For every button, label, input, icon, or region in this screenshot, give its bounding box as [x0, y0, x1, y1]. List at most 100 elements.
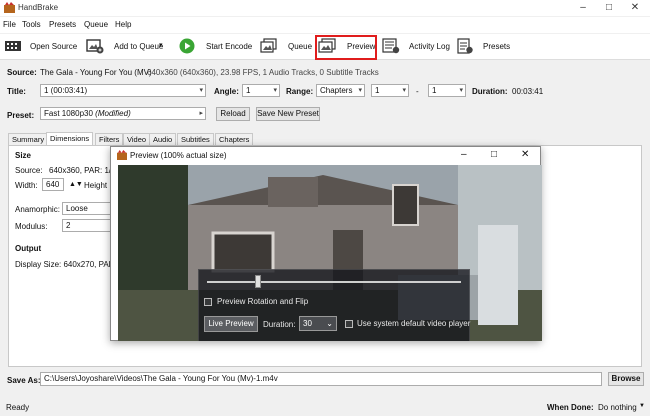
- preview-duration-label: Duration:: [263, 320, 296, 329]
- title-dropdown[interactable]: 1 (00:03:41) ▾: [40, 84, 206, 97]
- chevron-down-icon: ▾: [459, 87, 463, 94]
- dim-source-label: Source:: [15, 166, 43, 175]
- preset-modified: (Modified): [95, 109, 131, 118]
- preview-maximize-icon[interactable]: □: [491, 149, 497, 160]
- queue-button[interactable]: Queue: [288, 42, 312, 51]
- anamorphic-value: Loose: [66, 204, 88, 213]
- modulus-dropdown[interactable]: 2: [62, 219, 112, 232]
- presets-button[interactable]: Presets: [483, 42, 510, 51]
- handbrake-logo-icon: [117, 150, 127, 160]
- preview-controls: Preview Rotation and Flip Live Preview D…: [198, 269, 470, 341]
- width-field[interactable]: 640: [42, 178, 64, 191]
- chevron-right-icon: ▸: [199, 110, 203, 117]
- modulus-value: 2: [66, 221, 71, 230]
- range-type-dropdown[interactable]: Chapters ▾: [316, 84, 365, 97]
- menu-tools[interactable]: Tools: [22, 20, 41, 29]
- preview-duration-value: 30: [303, 319, 312, 328]
- add-to-queue-icon: [86, 39, 104, 54]
- width-stepper-icon[interactable]: ▲▼: [69, 181, 83, 188]
- maximize-icon[interactable]: □: [596, 0, 622, 16]
- range-start-dropdown[interactable]: 1 ▾: [371, 84, 409, 97]
- close-icon[interactable]: ✕: [622, 0, 648, 16]
- chevron-down-icon: ▾: [402, 87, 406, 94]
- menu-bar: File Tools Presets Queue Help: [0, 17, 650, 33]
- width-label: Width:: [15, 181, 38, 190]
- app-title: HandBrake: [18, 3, 59, 12]
- preset-value: Fast 1080p30: [44, 109, 93, 118]
- range-end-value: 1: [432, 86, 437, 95]
- activity-log-icon: [382, 38, 400, 54]
- scrubber-thumb[interactable]: [254, 275, 261, 288]
- tab-dimensions[interactable]: Dimensions: [46, 132, 94, 145]
- duration-value: 00:03:41: [512, 87, 544, 96]
- activity-log-button[interactable]: Activity Log: [409, 42, 450, 51]
- output-heading: Output: [15, 244, 42, 253]
- angle-value: 1: [246, 86, 251, 95]
- display-size: Display Size: 640x270, PAR 1: [15, 260, 122, 269]
- open-source-button[interactable]: Open Source: [30, 42, 77, 51]
- chevron-down-icon: ⌄: [326, 319, 333, 328]
- angle-dropdown[interactable]: 1 ▾: [242, 84, 280, 97]
- duration-label: Duration:: [472, 87, 508, 96]
- rotation-checkbox-box: [204, 298, 212, 306]
- film-icon: [5, 41, 21, 51]
- video-frame: Preview Rotation and Flip Live Preview D…: [118, 165, 542, 341]
- preview-window: Preview (100% actual size) – □ ✕ Preview…: [110, 146, 542, 341]
- title-value: 1 (00:03:41): [44, 86, 88, 95]
- save-as-label: Save As:: [7, 376, 41, 385]
- range-end-dropdown[interactable]: 1 ▾: [428, 84, 466, 97]
- source-info: 640x360 (640x360), 23.98 FPS, 1 Audio Tr…: [147, 68, 379, 77]
- chevron-down-icon: ▾: [273, 87, 277, 94]
- system-player-checkbox[interactable]: [345, 320, 353, 328]
- title-bar: HandBrake – □ ✕: [0, 0, 650, 16]
- live-preview-button[interactable]: Live Preview: [204, 316, 258, 332]
- tab-chapters[interactable]: Chapters: [215, 133, 254, 145]
- tab-filters[interactable]: Filters: [95, 133, 124, 145]
- browse-button[interactable]: Browse: [608, 372, 644, 386]
- menu-presets[interactable]: Presets: [49, 20, 76, 29]
- range-type-value: Chapters: [320, 86, 353, 95]
- preview-minimize-icon[interactable]: –: [461, 149, 467, 160]
- rotation-checkbox[interactable]: [204, 298, 212, 306]
- reload-button[interactable]: Reload: [216, 107, 250, 121]
- menu-file[interactable]: File: [3, 20, 16, 29]
- menu-queue[interactable]: Queue: [84, 20, 108, 29]
- add-to-queue-button[interactable]: Add to Queue: [114, 42, 163, 51]
- add-to-queue-dropdown-icon[interactable]: ▾: [159, 41, 163, 49]
- presets-icon: [457, 38, 473, 54]
- range-dash: -: [416, 87, 419, 96]
- modulus-label: Modulus:: [15, 222, 48, 231]
- save-as-path-field[interactable]: C:\Users\Joyoshare\Videos\The Gala - You…: [40, 372, 602, 386]
- menu-help[interactable]: Help: [115, 20, 131, 29]
- preview-duration-dropdown[interactable]: 30 ⌄: [299, 316, 337, 331]
- status-text: Ready: [6, 403, 30, 412]
- angle-label: Angle:: [214, 87, 239, 96]
- chevron-down-icon[interactable]: ▼: [639, 403, 645, 409]
- preset-label: Preset:: [7, 111, 35, 120]
- queue-icon: [260, 38, 277, 53]
- range-label: Range:: [286, 87, 314, 96]
- preview-highlight-box: [315, 35, 377, 60]
- status-bar: Ready When Done: Do nothing ▼: [0, 400, 650, 416]
- tab-audio[interactable]: Audio: [149, 133, 177, 145]
- handbrake-logo-icon: [4, 2, 15, 13]
- start-encode-button[interactable]: Start Encode: [206, 42, 252, 51]
- chevron-down-icon: ▾: [358, 87, 362, 94]
- system-player-checkbox-box: [345, 320, 353, 328]
- tab-summary[interactable]: Summary: [8, 133, 49, 145]
- when-done-dropdown[interactable]: Do nothing: [598, 403, 637, 412]
- save-new-preset-button[interactable]: Save New Preset: [256, 107, 320, 121]
- preset-dropdown[interactable]: Fast 1080p30 (Modified) ▸: [40, 107, 206, 120]
- dim-source-value: 640x360, PAR: 1/1: [49, 166, 116, 175]
- anamorphic-dropdown[interactable]: Loose: [62, 202, 112, 215]
- size-heading: Size: [15, 151, 32, 160]
- preview-window-title: Preview (100% actual size): [130, 151, 227, 160]
- when-done-label: When Done:: [547, 403, 594, 412]
- source-label: Source:: [7, 68, 37, 77]
- title-label: Title:: [7, 87, 26, 96]
- tab-video[interactable]: Video: [123, 133, 151, 145]
- scrubber-track[interactable]: [207, 281, 461, 283]
- minimize-icon[interactable]: –: [570, 0, 596, 16]
- preview-close-icon[interactable]: ✕: [521, 149, 529, 160]
- tab-subtitles[interactable]: Subtitles: [177, 133, 214, 145]
